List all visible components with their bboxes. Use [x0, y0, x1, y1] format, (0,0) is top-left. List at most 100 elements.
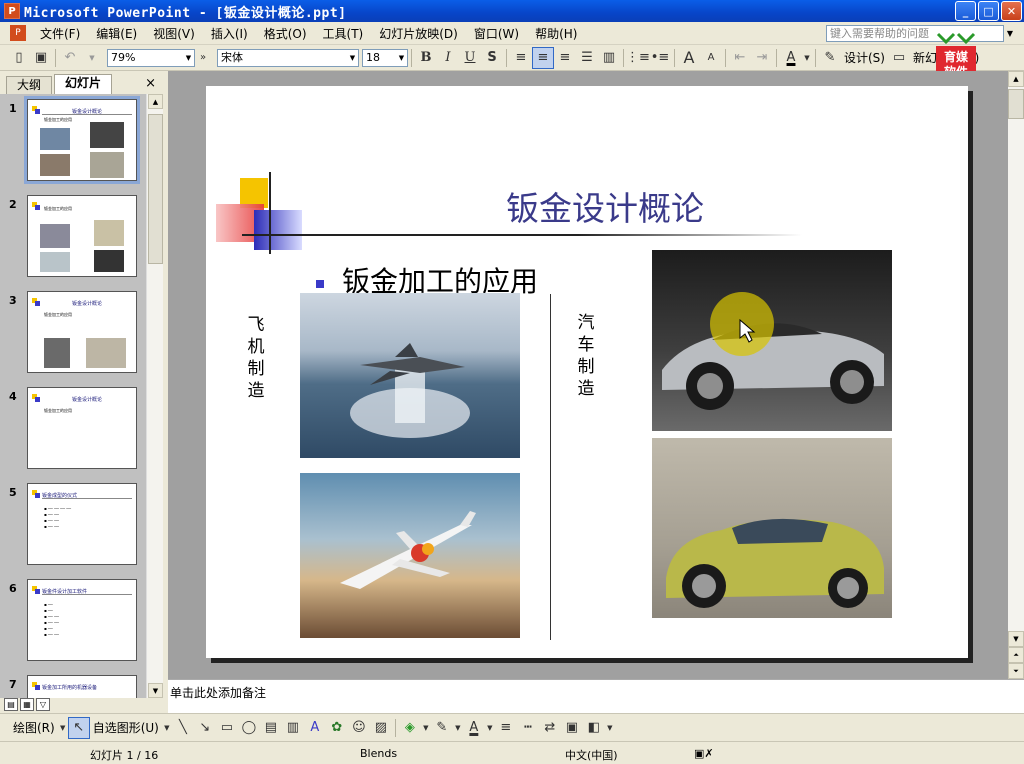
dash-style-icon[interactable]: ┅ [517, 717, 539, 739]
slide-thumbnail[interactable]: 钣金设计概论 钣金加工的应用 [27, 291, 137, 373]
distributed-icon[interactable]: ▥ [598, 47, 620, 69]
oval-icon[interactable]: ◯ [238, 717, 260, 739]
chevron-down-icon[interactable]: ▼ [396, 50, 407, 66]
line-color-dropdown-icon[interactable]: ▼ [453, 717, 463, 739]
close-pane-icon[interactable]: × [145, 76, 156, 91]
thumbnail-row[interactable]: 6 钣金件设计加工软件 ▪ ── ▪ ── ▪ ── ── ▪ ── ── ▪ ── ▪ … [0, 574, 146, 670]
toolbar-options-icon[interactable]: » [195, 47, 211, 69]
slide-thumbnail[interactable]: 钣金件设计加工软件 ▪ ── ▪ ── ▪ ── ── ▪ ── ── ▪ ── ▪ ──… [27, 579, 137, 661]
diagram-icon[interactable]: ✿ [326, 717, 348, 739]
minimize-button[interactable]: _ [955, 1, 976, 21]
more-options-icon[interactable]: ▼ [605, 717, 615, 739]
arrow-icon[interactable]: ↘ [194, 717, 216, 739]
fill-dropdown-icon[interactable]: ▼ [421, 717, 431, 739]
vertical-textbox-icon[interactable]: ▥ [282, 717, 304, 739]
align-right-icon[interactable]: ≡ [554, 47, 576, 69]
menu-insert[interactable]: 插入(I) [203, 25, 256, 42]
menu-file[interactable]: 文件(F) [32, 25, 88, 42]
photo-yellow-car[interactable] [652, 438, 892, 618]
wordart-icon[interactable]: A [304, 717, 326, 739]
shadow-icon[interactable]: S [481, 47, 503, 69]
scroll-down-icon[interactable]: ▼ [1008, 631, 1024, 647]
slide-thumbnail[interactable]: 钣金设计概论 钣金加工的应用 [24, 96, 140, 184]
label-automotive[interactable]: 汽车制造 [576, 312, 596, 400]
slide-thumbnail[interactable]: 钣金设计概论 钣金加工的应用 [27, 387, 137, 469]
close-button[interactable]: ✕ [1001, 1, 1022, 21]
thumbnail-row[interactable]: 2 钣金加工的应用 [0, 190, 146, 286]
tab-outline[interactable]: 大纲 [6, 76, 53, 94]
undo-icon[interactable]: ↶ [59, 47, 81, 69]
notes-pane[interactable]: 单击此处添加备注 [168, 679, 1024, 713]
label-aircraft[interactable]: 飞机制造 [246, 314, 266, 402]
scrollbar-thumb[interactable] [1008, 89, 1024, 119]
decrease-font-icon[interactable]: A [700, 47, 722, 69]
slide-sorter-icon[interactable]: ▦ [20, 698, 34, 711]
design-button[interactable]: 设计(S) [841, 49, 888, 66]
arrow-style-icon[interactable]: ⇄ [539, 717, 561, 739]
slide-thumbnail[interactable]: 钣金加工所用的机器设备 [27, 675, 137, 698]
numbering-icon[interactable]: ⋮≡ [626, 47, 650, 69]
scroll-down-icon[interactable]: ▼ [148, 683, 163, 698]
photo-airliner[interactable] [300, 473, 520, 638]
font-color-icon[interactable]: A [780, 47, 802, 69]
font-size-select[interactable]: 18 ▼ [362, 48, 408, 67]
font-color-dropdown-icon[interactable]: ▼ [485, 717, 495, 739]
thumbnail-row[interactable]: 3 钣金设计概论 钣金加工的应用 [0, 286, 146, 382]
shadow-style-icon[interactable]: ▣ [561, 717, 583, 739]
align-left-icon[interactable]: ≡ [510, 47, 532, 69]
menu-tools[interactable]: 工具(T) [315, 25, 372, 42]
font-color-dropdown-icon[interactable]: ▼ [802, 47, 812, 69]
previous-slide-icon[interactable]: ⏶ [1008, 647, 1024, 663]
scroll-up-icon[interactable]: ▲ [148, 94, 163, 109]
slide-title[interactable]: 钣金设计概论 [506, 182, 746, 230]
align-center-icon[interactable]: ≡ [532, 46, 554, 69]
document-icon[interactable]: P [10, 25, 26, 41]
chevron-down-icon[interactable]: ▼ [183, 50, 194, 66]
zoom-select[interactable]: 79% ▼ [107, 48, 195, 67]
underline-icon[interactable]: U [459, 47, 481, 69]
slide-scrollbar[interactable]: ▲ ▼ ⏶ ⏷ [1008, 71, 1024, 679]
draw-menu-button[interactable]: 绘图(R) [10, 719, 58, 736]
line-icon[interactable]: ╲ [172, 717, 194, 739]
new-icon[interactable]: ▯ [8, 47, 30, 69]
slideshow-icon[interactable]: ▽ [36, 698, 50, 711]
bullets-icon[interactable]: •≡ [649, 47, 671, 69]
thumbnail-row[interactable]: 7 钣金加工所用的机器设备 [0, 670, 146, 698]
autoshapes-dropdown-icon[interactable]: ▼ [162, 717, 172, 739]
next-slide-icon[interactable]: ⏷ [1008, 663, 1024, 679]
thumbnail-row[interactable]: 1 钣金设计概论 钣金加工的应用 [0, 94, 146, 190]
menu-help[interactable]: 帮助(H) [527, 25, 585, 42]
thumbnail-row[interactable]: 4 钣金设计概论 钣金加工的应用 [0, 382, 146, 478]
line-style-icon[interactable]: ≡ [495, 717, 517, 739]
help-dropdown-icon[interactable]: ▼ [1004, 25, 1016, 42]
decrease-indent-icon[interactable]: ⇤ [729, 47, 751, 69]
justify-icon[interactable]: ☰ [576, 47, 598, 69]
picture-icon[interactable]: ▨ [370, 717, 392, 739]
slide-canvas[interactable]: 钣金设计概论 钣金加工的应用 飞机制造 汽车制造 [206, 86, 968, 658]
clipart-icon[interactable]: ☺ [348, 717, 370, 739]
menu-window[interactable]: 窗口(W) [466, 25, 527, 42]
scroll-up-icon[interactable]: ▲ [1008, 71, 1024, 87]
powerpoint-app-icon[interactable]: P [4, 3, 20, 19]
thumbnail-scrollbar[interactable]: ▲ ▼ [146, 94, 163, 698]
3d-style-icon[interactable]: ◧ [583, 717, 605, 739]
design-icon[interactable]: ✎ [819, 47, 841, 69]
thumbnail-row[interactable]: 5 钣金成型的仪式 ▪ ── ── ── ── ▪ ── ── ▪ ── ── ▪ ─… [0, 478, 146, 574]
menu-view[interactable]: 视图(V) [145, 25, 203, 42]
textbox-icon[interactable]: ▤ [260, 717, 282, 739]
new-slide-icon[interactable]: ▭ [888, 47, 910, 69]
increase-indent-icon[interactable]: ⇥ [751, 47, 773, 69]
rectangle-icon[interactable]: ▭ [216, 717, 238, 739]
slide-thumbnail[interactable]: 钣金加工的应用 [27, 195, 137, 277]
slide-thumbnail[interactable]: 钣金成型的仪式 ▪ ── ── ── ── ▪ ── ── ▪ ── ── ▪ ── … [27, 483, 137, 565]
font-select[interactable]: 宋体 ▼ [217, 48, 359, 67]
menu-edit[interactable]: 编辑(E) [88, 25, 145, 42]
autoshapes-button[interactable]: 自选图形(U) [90, 719, 162, 736]
menu-format[interactable]: 格式(O) [256, 25, 315, 42]
photo-fighter-jet[interactable] [300, 293, 520, 458]
font-color-icon[interactable]: A [463, 717, 485, 739]
line-color-icon[interactable]: ✎ [431, 717, 453, 739]
scrollbar-thumb[interactable] [148, 114, 163, 264]
menu-slideshow[interactable]: 幻灯片放映(D) [371, 25, 466, 42]
italic-icon[interactable]: I [437, 47, 459, 69]
